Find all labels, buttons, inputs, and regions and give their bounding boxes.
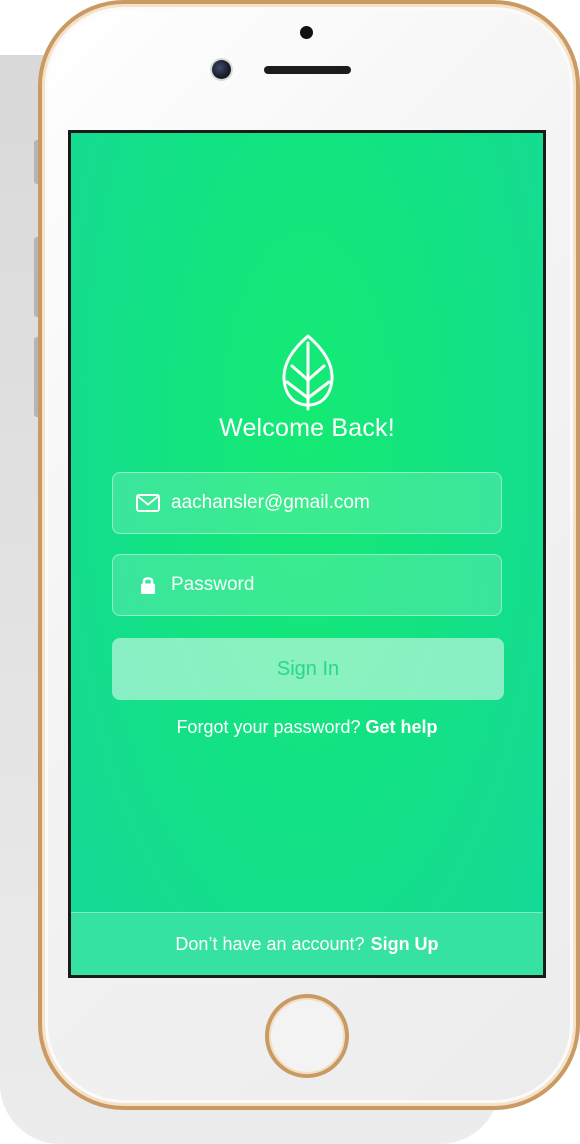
email-field[interactable]: aachansler@gmail.com	[112, 472, 502, 534]
email-value: aachansler@gmail.com	[171, 492, 370, 513]
forgot-password-row: Forgot your password? Get help	[71, 717, 543, 738]
lock-icon	[135, 574, 161, 596]
welcome-heading: Welcome Back!	[219, 414, 395, 442]
front-camera	[212, 60, 231, 79]
envelope-icon	[135, 492, 161, 514]
get-help-link[interactable]: Get help	[366, 717, 438, 737]
login-screen: Welcome Back! aachansler@gmail.com Passw…	[68, 130, 546, 978]
signup-prompt: Don’t have an account?	[175, 933, 365, 954]
leaf-icon	[282, 334, 334, 411]
front-sensor	[300, 26, 313, 39]
sign-in-button[interactable]: Sign In	[112, 638, 504, 700]
home-button[interactable]	[265, 994, 349, 1078]
password-placeholder: Password	[171, 574, 255, 595]
earpiece-speaker	[264, 66, 351, 74]
forgot-password-text: Forgot your password?	[176, 717, 361, 737]
password-field[interactable]: Password	[112, 554, 502, 616]
signup-footer: Don’t have an account? Sign Up	[71, 912, 543, 975]
sign-up-link[interactable]: Sign Up	[371, 934, 439, 955]
